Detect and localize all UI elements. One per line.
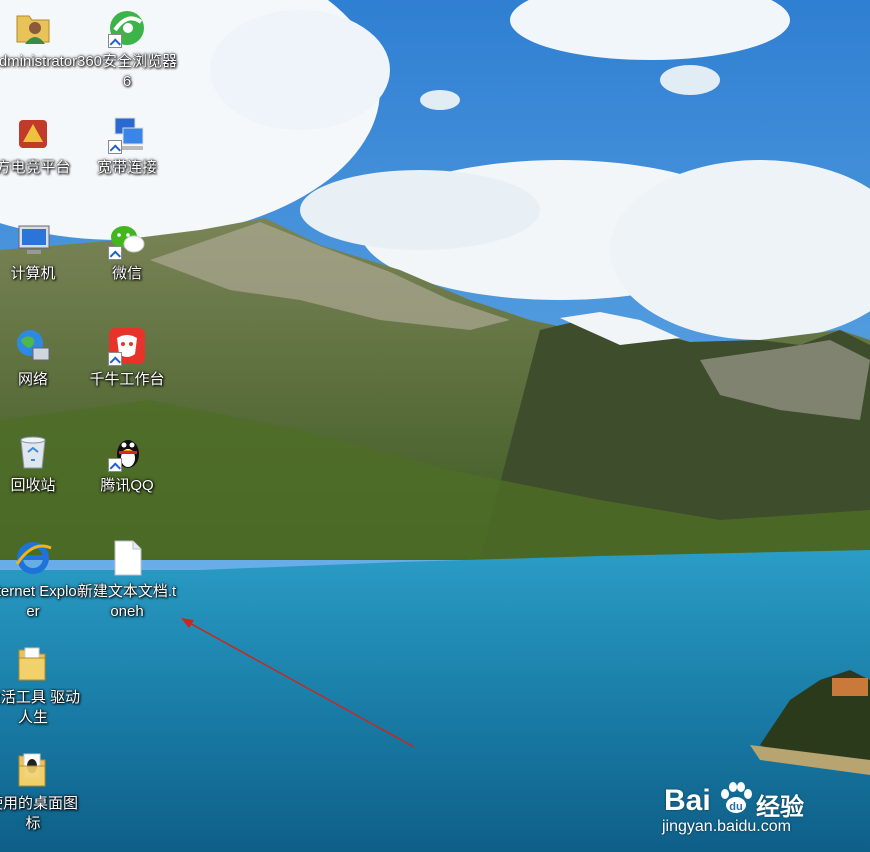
watermark-brand-suffix: 经验 (756, 794, 804, 821)
desktop-icon-label: 宽带连接 (96, 159, 157, 176)
recycle-bin-icon (20, 436, 46, 469)
desktop-icon-label: Internet Explorer (0, 583, 82, 620)
desktop-icon-label: 腾讯QQ (100, 477, 154, 494)
desktop-icon-label: 方电竞平台 (0, 159, 71, 176)
esports-platform-icon (19, 120, 47, 148)
desktop-icon-360-browser[interactable]: 360安全浏览器6 (77, 2, 177, 98)
baidu-paw-icon: du (721, 782, 752, 813)
shortcut-arrow-icon (108, 352, 122, 366)
desktop-icon-label: Administrator (0, 53, 78, 70)
desktop-icon-label: 使用的桌面图标 (0, 795, 78, 832)
folder-icon (18, 647, 46, 681)
folder-icon (18, 753, 46, 787)
desktop-icon-broadband[interactable]: 宽带连接 (81, 108, 173, 204)
desktop-icon-label: 千牛工作台 (89, 371, 165, 388)
desktop-icon-label: 新建文本文档.toneh (77, 583, 177, 620)
desktop-icon-esports-platform[interactable]: 方电竞平台 (0, 108, 79, 204)
desktop-icon-activation-tools[interactable]: 激活工具 驱动人生 (0, 638, 80, 734)
desktop-icon-label: 计算机 (10, 265, 56, 282)
watermark-url: jingyan.baidu.com (662, 818, 791, 835)
desktop-icon-qq[interactable]: 腾讯QQ (81, 426, 173, 522)
desktop-icon-qianniu[interactable]: 千牛工作台 (81, 320, 173, 416)
internet-explorer-icon (15, 542, 52, 574)
network-globe-icon (17, 330, 50, 361)
desktop-icon-wechat[interactable]: 微信 (81, 214, 173, 310)
svg-text:du: du (729, 801, 742, 813)
desktop-icon-label: 网络 (17, 371, 48, 388)
desktop-icon-label: 回收站 (10, 477, 56, 494)
desktop-icon-internet-explorer[interactable]: Internet Explorer (0, 532, 82, 628)
watermark-brand: Bai (664, 784, 711, 817)
baidu-jingyan-watermark: Bai du 经验 jingyan.baidu.com (662, 764, 824, 835)
desktop-icon-label: 微信 (111, 265, 142, 282)
desktop[interactable]: Administrator 360安全浏览器6 方电竞平台 宽带连接 (0, 0, 870, 852)
desktop-icon-administrator[interactable]: Administrator (0, 2, 79, 98)
shortcut-arrow-icon (108, 34, 122, 48)
desktop-icon-recycle-bin[interactable]: 回收站 (0, 426, 79, 522)
desktop-icon-label: 激活工具 驱动人生 (0, 689, 81, 726)
desktop-icon-unused-desktop-icons[interactable]: 使用的桌面图标 (0, 744, 79, 840)
desktop-icon-label: 360安全浏览器6 (76, 53, 178, 90)
desktop-icon-network[interactable]: 网络 (0, 320, 79, 416)
computer-icon (18, 225, 50, 254)
shortcut-arrow-icon (108, 246, 122, 260)
shortcut-arrow-icon (108, 458, 122, 472)
blank-file-icon (114, 540, 142, 576)
user-folder-icon (16, 15, 50, 44)
shortcut-arrow-icon (108, 140, 122, 154)
desktop-icon-computer[interactable]: 计算机 (0, 214, 79, 310)
desktop-icon-new-text-doc[interactable]: 新建文本文档.toneh (78, 532, 176, 628)
